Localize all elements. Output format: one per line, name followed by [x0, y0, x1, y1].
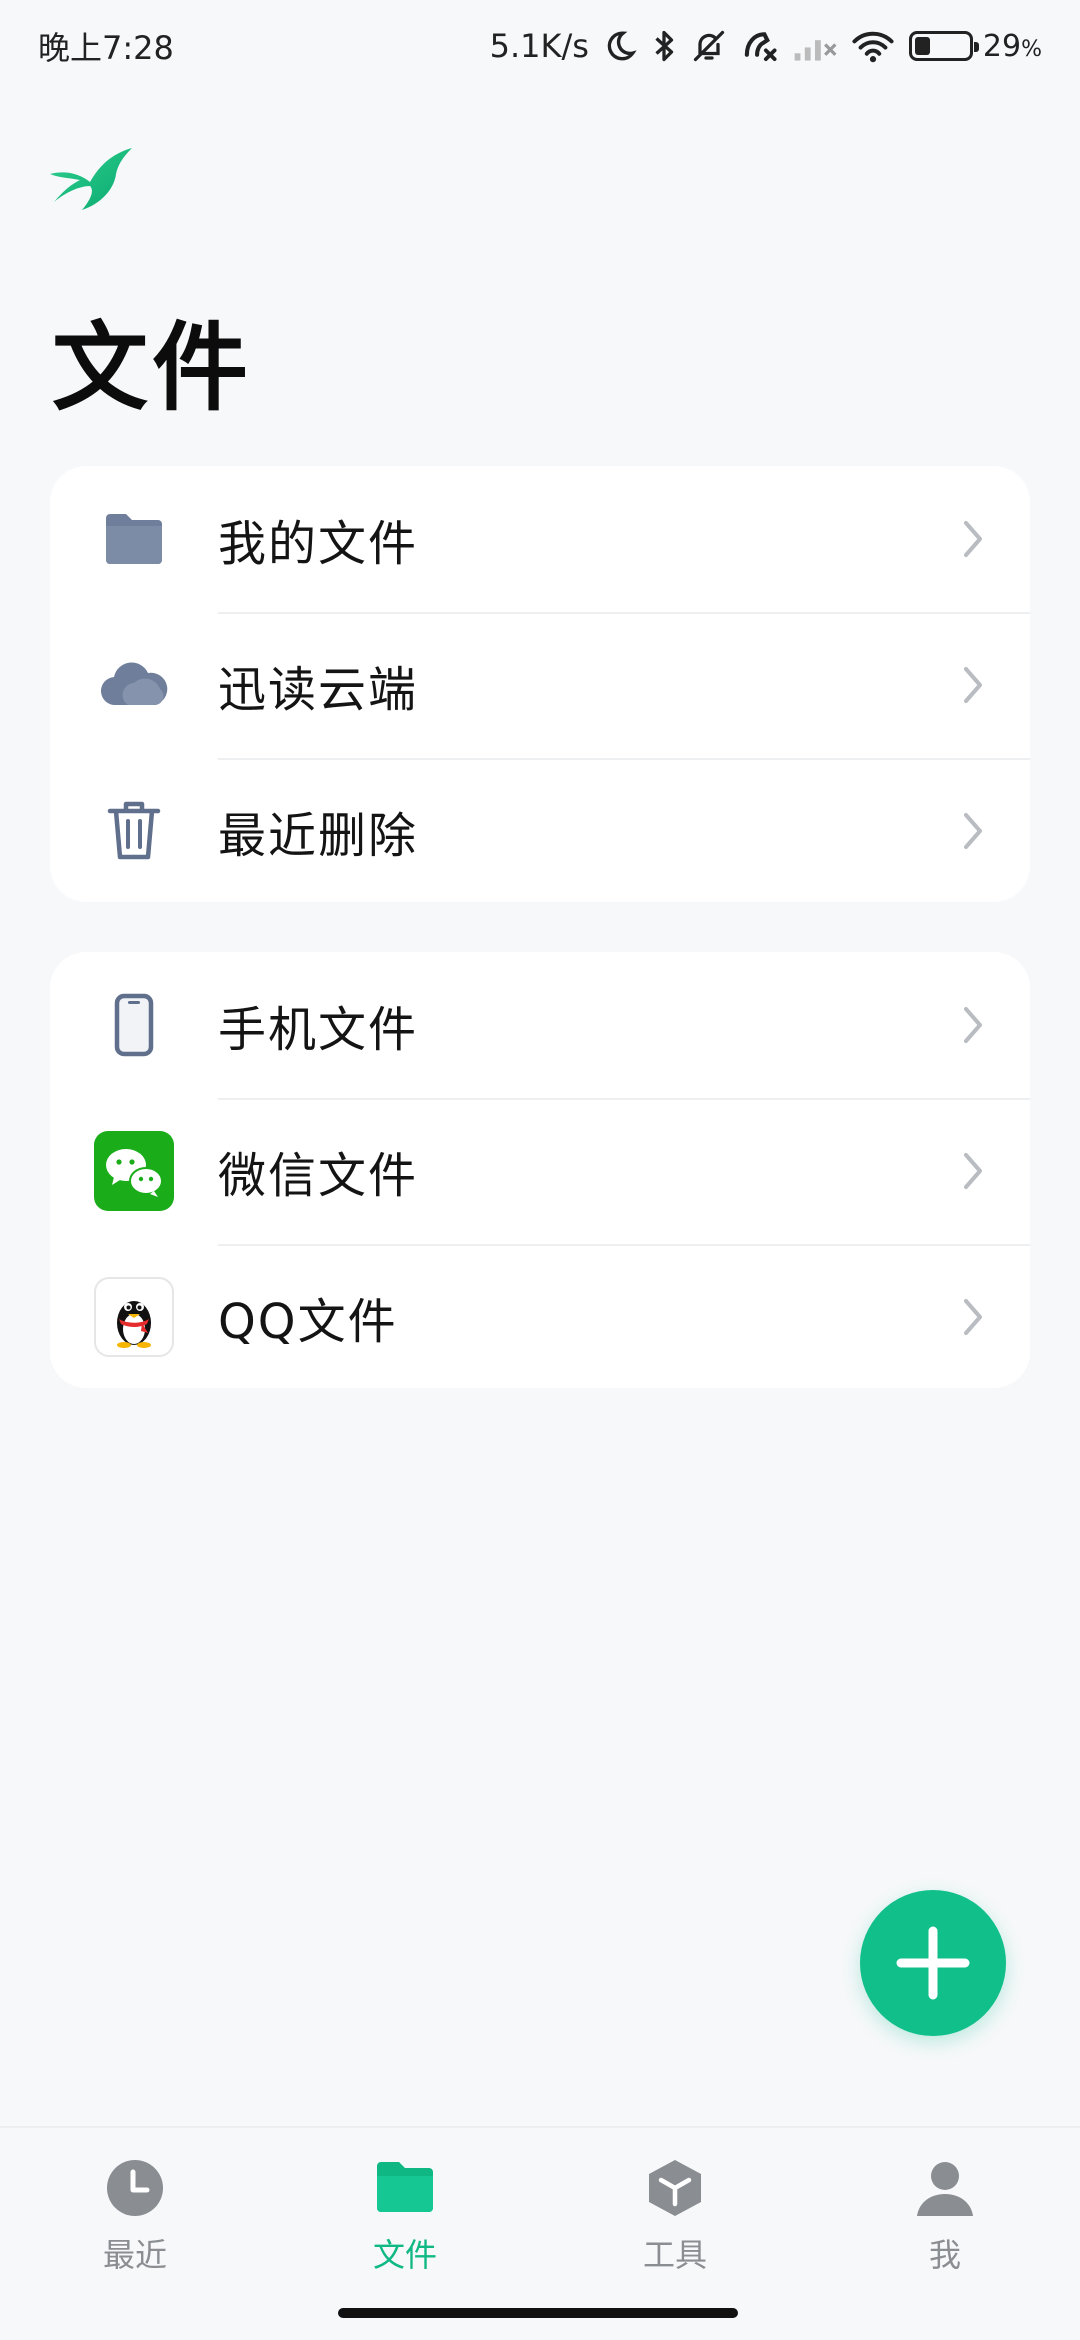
signal-icon — [794, 40, 837, 61]
status-time: 晚上7:28 — [38, 29, 174, 67]
row-xundu-cloud[interactable]: 迅读云端 — [50, 612, 1030, 758]
row-label: 迅读云端 — [218, 662, 419, 718]
call-missed-icon — [744, 32, 777, 62]
bluetooth-icon — [655, 30, 674, 62]
add-button[interactable] — [860, 1890, 1006, 2036]
folder-icon — [377, 2162, 433, 2212]
chevron-right-icon — [964, 521, 982, 557]
row-label: 我的文件 — [218, 516, 419, 572]
nav-label: 我 — [928, 2236, 961, 2274]
wechat-icon — [94, 1131, 174, 1211]
nav-recent[interactable]: 最近 — [0, 2128, 270, 2340]
folder-icon — [94, 499, 174, 579]
home-indicator[interactable] — [338, 2308, 738, 2318]
file-group-2: 手机文件 微信文件 QQ文件 — [50, 952, 1030, 1388]
nav-label: 最近 — [102, 2236, 167, 2274]
row-qq-files[interactable]: QQ文件 — [50, 1244, 1030, 1390]
plus-icon — [896, 1926, 970, 2000]
page-title: 文件 — [52, 312, 252, 424]
file-group-1: 我的文件 迅读云端 最近删除 — [50, 466, 1030, 902]
nav-label: 文件 — [372, 2236, 437, 2274]
chevron-right-icon — [964, 1007, 982, 1043]
chevron-right-icon — [964, 813, 982, 849]
wifi-icon — [852, 31, 894, 63]
battery: 29% — [908, 28, 1042, 64]
row-label: 最近删除 — [218, 808, 419, 864]
user-icon — [917, 2162, 973, 2216]
row-label: QQ文件 — [218, 1294, 398, 1350]
moon-icon — [607, 31, 637, 61]
nav-label: 工具 — [642, 2236, 707, 2274]
row-my-files[interactable]: 我的文件 — [50, 466, 1030, 612]
battery-icon — [908, 31, 979, 61]
row-wechat-files[interactable]: 微信文件 — [50, 1098, 1030, 1244]
network-speed: 5.1K/s — [489, 27, 589, 65]
nav-me[interactable]: 我 — [810, 2128, 1080, 2340]
battery-level — [914, 37, 930, 55]
bell-off-icon — [693, 30, 725, 62]
trash-icon — [94, 791, 174, 871]
chevron-right-icon — [964, 1299, 982, 1335]
row-label: 手机文件 — [218, 1002, 419, 1058]
qq-icon — [94, 1277, 174, 1357]
status-bar: 晚上7:28 5.1K/s 29% — [0, 0, 1080, 92]
phone-icon — [94, 985, 174, 1065]
row-recently-deleted[interactable]: 最近删除 — [50, 758, 1030, 904]
chevron-right-icon — [964, 667, 982, 703]
row-label: 微信文件 — [218, 1148, 419, 1204]
chevron-right-icon — [964, 1153, 982, 1189]
app-logo — [50, 148, 132, 210]
battery-percent: 29% — [982, 28, 1042, 64]
row-phone-files[interactable]: 手机文件 — [50, 952, 1030, 1098]
box-icon — [649, 2160, 701, 2216]
clock-icon — [107, 2160, 163, 2216]
status-icons: 5.1K/s 29% — [490, 27, 1042, 65]
cloud-icon — [94, 645, 174, 725]
